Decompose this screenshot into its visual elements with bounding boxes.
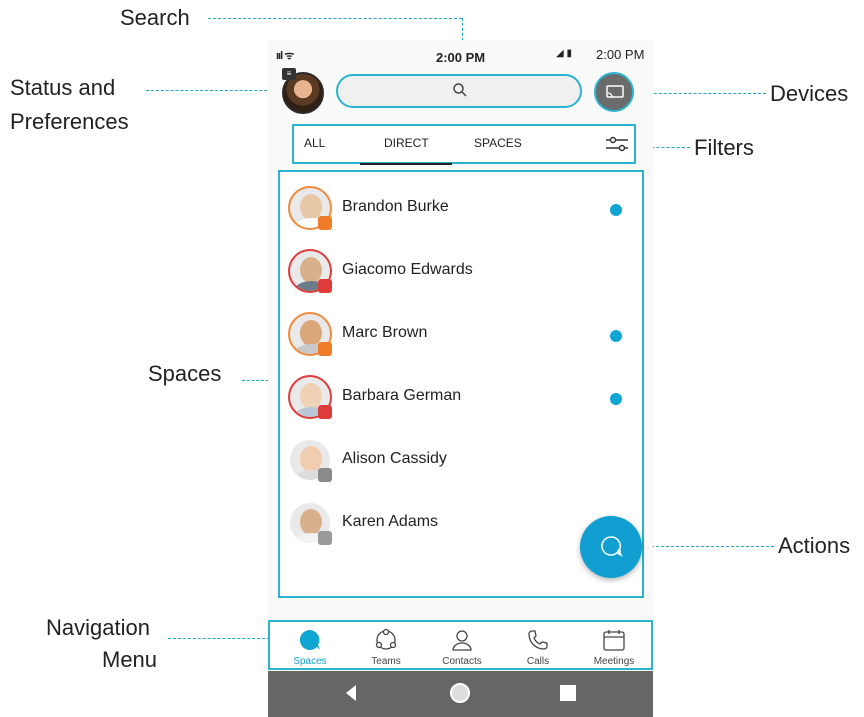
nav-label-spaces: Spaces — [293, 656, 327, 667]
presence-badge-icon — [318, 216, 332, 230]
actions-button[interactable] — [580, 516, 642, 578]
nav-label-meetings: Meetings — [593, 656, 635, 667]
callout-devices: Devices — [770, 81, 849, 106]
space-name: Brandon Burke — [342, 198, 449, 215]
status-time: 2:00 PM — [436, 50, 486, 65]
nav-label-teams: Teams — [371, 656, 401, 667]
meetings-icon — [603, 630, 625, 651]
status-leader — [146, 90, 282, 91]
callout-navigation-line2: Menu — [102, 647, 158, 672]
callout-actions: Actions — [778, 533, 851, 558]
contacts-icon — [452, 630, 472, 651]
phone-screen: ııl ᯤ 2:00 PM ◢ ▮ 2:00 PM ≡ ALL DIRECT S… — [268, 40, 653, 717]
search-icon — [452, 82, 468, 103]
actions-leader — [646, 546, 774, 547]
space-row[interactable]: Alison Cassidy — [280, 430, 642, 492]
tab-direct[interactable]: DIRECT — [384, 136, 429, 150]
callout-spaces: Spaces — [148, 361, 222, 386]
space-row[interactable]: Brandon Burke — [280, 178, 642, 240]
callout-search: Search — [120, 5, 190, 30]
nav-label-contacts: Contacts — [442, 656, 482, 667]
status-time-right: 2:00 PM — [596, 47, 645, 62]
space-row[interactable]: Marc Brown — [280, 304, 642, 366]
space-name: Barbara German — [342, 387, 462, 404]
presence-badge-icon — [318, 279, 332, 293]
devices-leader — [634, 93, 766, 94]
space-name: Marc Brown — [342, 324, 428, 341]
signal-icon: ııl ᯤ — [276, 50, 294, 62]
android-nav-bar — [268, 671, 653, 717]
callout-status-line1: Status and — [10, 75, 116, 100]
calls-icon — [528, 630, 548, 650]
status-bar: ııl ᯤ 2:00 PM ◢ ▮ 2:00 PM — [268, 40, 653, 68]
nav-contacts[interactable]: Contacts — [424, 624, 500, 670]
nav-label-calls: Calls — [526, 656, 550, 667]
nav-teams[interactable]: Teams — [348, 624, 424, 670]
search-leader — [208, 18, 462, 19]
devices-button[interactable] — [594, 72, 634, 112]
presence-badge-icon — [318, 468, 332, 482]
nav-spaces[interactable]: Spaces — [272, 624, 348, 670]
tab-all[interactable]: ALL — [304, 136, 325, 150]
tab-underline — [360, 163, 452, 165]
space-row[interactable]: Barbara German — [280, 367, 642, 429]
space-name: Giacomo Edwards — [342, 261, 473, 278]
teams-icon — [375, 628, 397, 650]
space-name: Alison Cassidy — [342, 450, 447, 467]
filter-sliders-icon[interactable] — [604, 134, 630, 154]
new-chat-icon — [601, 536, 623, 557]
status-message-icon: ≡ — [282, 68, 296, 80]
unread-dot — [610, 330, 622, 342]
tab-spaces[interactable]: SPACES — [474, 136, 522, 150]
presence-badge-icon — [318, 342, 332, 356]
space-row[interactable]: Giacomo Edwards — [280, 241, 642, 303]
presence-badge-icon — [318, 531, 332, 545]
unread-dot — [610, 393, 622, 405]
space-name: Karen Adams — [342, 513, 439, 530]
back-icon[interactable] — [346, 685, 356, 701]
navigation-leader — [168, 638, 270, 639]
navigation-menu: Spaces Teams Contacts Calls Meetings — [268, 620, 653, 670]
recent-apps-icon[interactable] — [560, 685, 576, 701]
cast-icon — [606, 85, 624, 98]
callout-status-line2: Preferences — [10, 109, 129, 134]
nav-calls[interactable]: Calls — [500, 624, 576, 670]
spaces-icon — [299, 629, 320, 650]
unread-dot — [610, 204, 622, 216]
presence-badge-icon — [318, 405, 332, 419]
filters-bar: ALL DIRECT SPACES — [292, 124, 636, 165]
nav-meetings[interactable]: Meetings — [576, 624, 652, 670]
search-input[interactable] — [336, 74, 582, 108]
battery-icon: ◢ ▮ — [556, 48, 572, 59]
callout-filters: Filters — [694, 135, 754, 160]
callout-navigation-line1: Navigation — [46, 615, 150, 640]
home-icon[interactable] — [450, 683, 470, 703]
